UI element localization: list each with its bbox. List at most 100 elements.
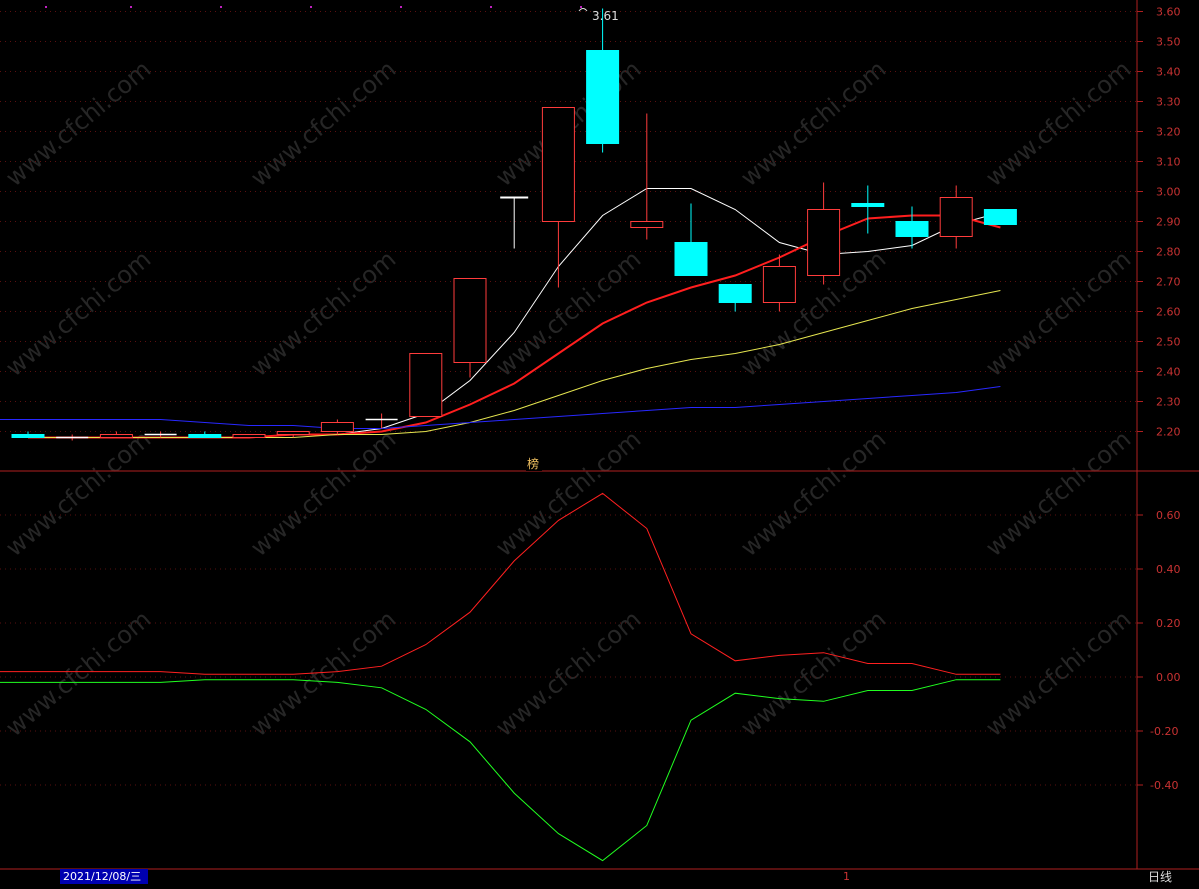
price-tick-label: 2.30 xyxy=(1156,396,1181,409)
indicator-axis: 0.60 0.40 0.20 0.00 -0.20 -0.40 xyxy=(1137,509,1181,792)
candle-body xyxy=(453,278,487,363)
candle[interactable] xyxy=(807,182,841,285)
price-tick-label: 3.10 xyxy=(1156,156,1181,169)
watermark-text: www.cfchi.com xyxy=(980,245,1136,382)
indicator-grid xyxy=(0,514,1137,786)
candle-body xyxy=(718,284,752,303)
candle-body xyxy=(409,353,443,417)
candle[interactable] xyxy=(851,185,885,234)
candle-body xyxy=(630,221,664,228)
rank-marker[interactable]: 榜 xyxy=(526,456,542,471)
price-tick-label: 2.20 xyxy=(1156,426,1181,439)
price-tick-label: 2.60 xyxy=(1156,306,1181,319)
price-tick-label: 3.20 xyxy=(1156,126,1181,139)
watermark-text: www.cfchi.com xyxy=(735,605,891,742)
candle[interactable] xyxy=(983,209,1017,225)
price-tick-label: 3.30 xyxy=(1156,96,1181,109)
watermark-text: www.cfchi.com xyxy=(735,425,891,562)
candle[interactable] xyxy=(56,434,89,441)
candle-body xyxy=(276,431,310,435)
watermark-text: www.cfchi.com xyxy=(0,55,156,192)
watermark-text: www.cfchi.com xyxy=(490,425,646,562)
moving-average-lines xyxy=(0,188,1001,439)
candle-body xyxy=(188,434,222,438)
candle[interactable] xyxy=(500,196,529,249)
high-annotation: 3.61 xyxy=(578,8,619,23)
high-annotation-label: 3.61 xyxy=(592,9,619,23)
watermark-text: www.cfchi.com xyxy=(980,605,1136,742)
top-dot xyxy=(130,6,132,8)
indicator-tick-label: -0.40 xyxy=(1150,779,1178,792)
candle-body xyxy=(762,266,796,303)
period-label[interactable]: 日线 xyxy=(1148,870,1172,884)
candle-body xyxy=(674,242,708,276)
footer-bar: 2021/12/08/三 1 日线 xyxy=(60,869,1172,884)
price-tick-label: 3.50 xyxy=(1156,36,1181,49)
top-dot xyxy=(45,6,47,8)
candle[interactable] xyxy=(453,278,487,378)
watermark-text: www.cfchi.com xyxy=(735,55,891,192)
candle-body xyxy=(939,197,973,237)
candle-body xyxy=(99,434,133,438)
candle[interactable] xyxy=(188,431,222,438)
indicator-tick-label: 0.40 xyxy=(1156,563,1181,576)
top-dot xyxy=(580,6,582,8)
candle[interactable] xyxy=(320,419,354,435)
candle-body xyxy=(895,221,929,237)
candle[interactable] xyxy=(541,107,575,288)
top-dot xyxy=(310,6,312,8)
candle[interactable] xyxy=(11,431,45,438)
watermark-text: www.cfchi.com xyxy=(980,425,1136,562)
candle-body xyxy=(851,203,885,207)
watermark-text: www.cfchi.com xyxy=(245,605,401,742)
indicator-tick-label: 0.60 xyxy=(1156,509,1181,522)
price-tick-label: 2.90 xyxy=(1156,216,1181,229)
candle[interactable] xyxy=(232,434,266,438)
candle-body xyxy=(983,209,1017,225)
candle-body xyxy=(586,50,620,144)
indicator-tick-label: 0.00 xyxy=(1156,671,1181,684)
watermark-text: www.cfchi.com xyxy=(0,605,156,742)
moving-average-line xyxy=(0,386,1001,429)
watermark-text: www.cfchi.com xyxy=(0,425,156,562)
top-dot xyxy=(490,6,492,8)
stock-chart: www.cfchi.com www.cfchi.com www.cfchi.com w… xyxy=(0,0,1199,884)
top-dot xyxy=(220,6,222,8)
candle[interactable] xyxy=(586,8,620,153)
candle[interactable] xyxy=(674,203,708,276)
moving-average-line xyxy=(28,214,1001,439)
candle-body xyxy=(807,209,841,276)
candle[interactable] xyxy=(718,284,752,312)
candle[interactable] xyxy=(365,413,398,429)
price-tick-label: 2.40 xyxy=(1156,366,1181,379)
price-tick-label: 3.40 xyxy=(1156,66,1181,79)
watermark-text: www.cfchi.com xyxy=(245,55,401,192)
watermark-text: www.cfchi.com xyxy=(980,55,1136,192)
watermark-text: www.cfchi.com xyxy=(490,605,646,742)
date-label: 2021/12/08/三 xyxy=(63,870,141,883)
price-tick-label: 2.70 xyxy=(1156,276,1181,289)
indicator-tick-label: 0.20 xyxy=(1156,617,1181,630)
candle-body xyxy=(541,107,575,222)
watermark-text: www.cfchi.com xyxy=(0,245,156,382)
price-tick-label: 2.50 xyxy=(1156,336,1181,349)
candle[interactable] xyxy=(895,206,929,249)
candle[interactable] xyxy=(409,353,443,417)
price-tick-label: 3.00 xyxy=(1156,186,1181,199)
watermark-text: www.cfchi.com xyxy=(245,425,401,562)
indicator-tick-label: -0.20 xyxy=(1150,725,1178,738)
watermark-text: www.cfchi.com xyxy=(245,245,401,382)
rank-marker-label: 榜 xyxy=(527,456,539,471)
indicator-line xyxy=(0,679,1001,862)
candle-body xyxy=(232,434,266,438)
price-axis: 3.60 3.50 3.40 3.30 3.20 3.10 3.00 2.90 2.80 2.70… xyxy=(1137,6,1181,439)
candle[interactable] xyxy=(939,185,973,249)
price-tick-label: 3.60 xyxy=(1156,6,1181,19)
cursor-label: 1 xyxy=(843,870,850,883)
candle[interactable] xyxy=(630,113,664,240)
candle-body xyxy=(320,422,354,432)
top-dot xyxy=(400,6,402,8)
price-tick-label: 2.80 xyxy=(1156,246,1181,259)
candle-body xyxy=(11,434,45,438)
candle[interactable] xyxy=(99,431,133,438)
